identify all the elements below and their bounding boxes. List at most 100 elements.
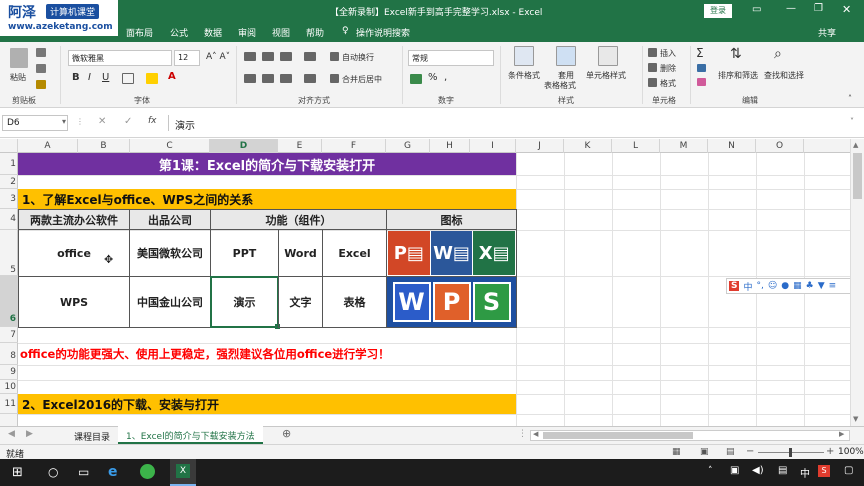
horizontal-scroll-thumb[interactable] <box>543 432 693 439</box>
col-header-l[interactable]: L <box>612 139 660 153</box>
tray-input-icon[interactable]: 中 <box>800 465 810 480</box>
align-right-icon[interactable] <box>280 74 292 83</box>
find-select-button[interactable]: 查找和选择 <box>764 70 804 81</box>
wps-company-cell[interactable]: 中国金山公司 <box>129 276 211 328</box>
close-icon[interactable]: ✕ <box>842 3 851 16</box>
bold-icon[interactable]: B <box>72 72 80 83</box>
col-header-d[interactable]: D <box>210 139 278 153</box>
col-header-j[interactable]: J <box>516 139 564 153</box>
scroll-down-icon[interactable]: ▼ <box>853 415 858 423</box>
border-icon[interactable] <box>122 73 134 84</box>
office-company-cell[interactable]: 美国微软公司 <box>129 229 211 277</box>
prev-sheet-icon[interactable]: ◀ <box>8 429 15 439</box>
tray-volume-icon[interactable]: ◀) <box>752 465 764 476</box>
wps-icons-cell[interactable]: W P S <box>386 276 517 328</box>
font-size-select[interactable]: 12 <box>174 50 200 66</box>
sort-filter-icon[interactable]: ⇅ <box>730 46 742 62</box>
clear-icon[interactable] <box>697 78 706 86</box>
header-company-cell[interactable]: 出品公司 <box>129 209 211 230</box>
row-header-6[interactable]: 6 <box>0 276 18 327</box>
task-view-icon[interactable]: ▭ <box>78 465 89 479</box>
cell-styles-button[interactable]: 单元格样式 <box>586 70 626 81</box>
format-cells-icon[interactable] <box>648 78 657 87</box>
format-painter-icon[interactable] <box>36 80 46 89</box>
edge-icon[interactable]: e <box>108 464 118 480</box>
select-all-corner[interactable] <box>0 139 18 153</box>
name-box[interactable]: D6 <box>2 115 68 131</box>
col-header-a[interactable]: A <box>18 139 78 153</box>
wps-spreadsheet-cell[interactable]: 表格 <box>322 276 387 328</box>
wps-name-cell[interactable]: WPS <box>18 276 130 328</box>
copy-icon[interactable] <box>36 64 46 73</box>
align-left-icon[interactable] <box>244 74 256 83</box>
zoom-in-icon[interactable]: + <box>826 446 834 457</box>
col-header-b[interactable]: B <box>78 139 130 153</box>
tab-formulas[interactable]: 公式 <box>170 26 188 39</box>
zoom-level[interactable]: 100% <box>838 447 864 457</box>
sheet-tab-lesson1[interactable]: 1、Excel的简介与下载安装方法 <box>118 426 263 444</box>
col-header-c[interactable]: C <box>130 139 210 153</box>
conditional-format-button[interactable]: 条件格式 <box>508 70 540 81</box>
row-header-3[interactable]: 3 <box>0 189 18 209</box>
notification-icon[interactable]: ▢ <box>844 465 853 476</box>
zoom-slider-thumb[interactable] <box>789 448 792 457</box>
collapse-ribbon-icon[interactable]: ˄ <box>848 94 852 103</box>
horizontal-scrollbar[interactable]: ◀ ▶ <box>530 430 850 441</box>
vertical-scrollbar[interactable]: ▲ ▼ <box>850 139 864 426</box>
tray-network-icon[interactable]: ▣ <box>730 465 739 476</box>
insert-button[interactable]: 插入 <box>660 48 676 59</box>
currency-icon[interactable] <box>410 74 422 84</box>
scroll-up-icon[interactable]: ▲ <box>853 141 858 149</box>
fill-color-icon[interactable] <box>146 73 158 84</box>
header-icons-cell[interactable]: 图标 <box>386 209 517 230</box>
cut-icon[interactable] <box>36 48 46 57</box>
font-name-select[interactable]: 微软雅黑 <box>68 50 172 66</box>
row-header-11[interactable]: 11 <box>0 394 18 414</box>
grow-font-icon[interactable]: A˄ A˅ <box>206 52 230 62</box>
office-excel-cell[interactable]: Excel <box>322 229 387 277</box>
header-software-cell[interactable]: 两款主流办公软件 <box>18 209 130 230</box>
scroll-left-icon[interactable]: ◀ <box>533 430 538 438</box>
tab-review[interactable]: 审阅 <box>238 26 256 39</box>
col-header-o[interactable]: O <box>756 139 804 153</box>
normal-view-icon[interactable]: ▦ <box>672 447 681 457</box>
format-button[interactable]: 格式 <box>660 78 676 89</box>
paste-icon[interactable] <box>10 48 28 68</box>
fill-icon[interactable] <box>697 64 706 72</box>
browser-360-icon[interactable] <box>140 464 155 479</box>
delete-button[interactable]: 删除 <box>660 63 676 74</box>
comma-icon[interactable]: , <box>444 72 447 83</box>
row-header-8[interactable]: 8 <box>0 343 18 365</box>
cell-styles-icon[interactable] <box>598 46 618 66</box>
name-box-dropdown-icon[interactable]: ▾ <box>62 117 66 126</box>
ribbon-display-icon[interactable]: ▭ <box>752 4 761 15</box>
ime-keyboard-icon[interactable]: ▦ <box>793 281 802 291</box>
ime-chinese-icon[interactable]: 中 <box>743 280 752 293</box>
sheet-tab-catalog[interactable]: 课程目录 <box>66 428 120 444</box>
col-header-f[interactable]: F <box>322 139 386 153</box>
col-header-g[interactable]: G <box>386 139 430 153</box>
row-header-2[interactable]: 2 <box>0 175 18 189</box>
cancel-icon[interactable]: ✕ <box>98 116 106 127</box>
font-color-icon[interactable]: A <box>168 71 176 82</box>
row-header-4[interactable]: 4 <box>0 209 18 230</box>
wps-presentation-cell-selected[interactable]: 演示 <box>210 276 279 328</box>
conditional-format-icon[interactable] <box>514 46 534 66</box>
next-sheet-icon[interactable]: ▶ <box>26 429 33 439</box>
cortana-icon[interactable]: ○ <box>48 465 58 479</box>
row-header-1[interactable]: 1 <box>0 153 18 175</box>
sort-filter-button[interactable]: 排序和筛选 <box>718 70 758 81</box>
ime-shirt-icon[interactable]: ▼ <box>818 281 825 291</box>
page-layout-view-icon[interactable]: ▣ <box>700 447 709 457</box>
restore-icon[interactable]: ❐ <box>814 3 823 14</box>
recommendation-note[interactable]: office的功能更强大、使用上更稳定，强烈建议各位用office进行学习！ <box>20 343 520 365</box>
col-header-k[interactable]: K <box>564 139 612 153</box>
col-header-h[interactable]: H <box>430 139 470 153</box>
ime-skin-icon[interactable]: ♣ <box>806 281 814 291</box>
wrap-text-button[interactable]: 自动换行 <box>342 52 374 63</box>
row-header-10[interactable]: 10 <box>0 380 18 394</box>
format-as-table-line2[interactable]: 表格格式 <box>544 80 576 91</box>
col-header-i[interactable]: I <box>470 139 516 153</box>
tray-expand-icon[interactable]: ˄ <box>708 466 713 476</box>
indent-icon[interactable] <box>304 74 316 83</box>
